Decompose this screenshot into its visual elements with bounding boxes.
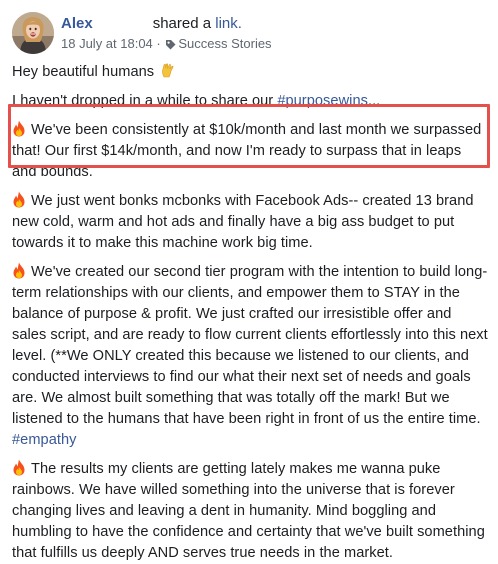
greeting-line: Hey beautiful humans — [12, 62, 488, 85]
paragraph-3: We've created our second tier program wi… — [12, 262, 488, 451]
shared-text: shared a — [152, 15, 212, 32]
intro-text: I haven't dropped in a while to share ou… — [12, 93, 278, 109]
paragraph-1-text: We've been consistently at $10k/month an… — [12, 122, 482, 180]
facebook-post: Alex shared a link. 18 July at 18:04 · Su… — [0, 0, 498, 561]
paragraph-4: The results my clients are getting latel… — [12, 459, 488, 564]
hashtag-empathy[interactable]: #empathy — [12, 432, 77, 448]
post-subline: 18 July at 18:04 · Success Stories — [61, 36, 481, 54]
author-line: Alex shared a link. — [61, 14, 481, 33]
intro-line: I haven't dropped in a while to share ou… — [12, 91, 488, 112]
meta-separator: · — [152, 36, 165, 51]
author-name-link[interactable]: Alex — [61, 15, 93, 32]
paragraph-4-text: The results my clients are getting latel… — [12, 461, 485, 561]
vulcan-salute-icon — [161, 63, 175, 85]
fire-icon — [12, 262, 26, 279]
fire-icon — [12, 459, 26, 476]
fire-icon — [12, 191, 26, 208]
post-body: Hey beautiful humans I haven't dropped i… — [12, 62, 488, 564]
post-timestamp[interactable]: 18 July at 18:04 — [61, 36, 153, 51]
paragraph-2: We just went bonks mcbonks with Facebook… — [12, 191, 488, 254]
post-header: Alex shared a link. 18 July at 18:04 · Su… — [12, 12, 482, 56]
paragraph-3-text: We've created our second tier program wi… — [12, 264, 488, 427]
greeting-text: Hey beautiful humans — [12, 64, 155, 80]
shared-link[interactable]: link. — [215, 15, 242, 32]
fire-icon — [12, 120, 26, 137]
group-link[interactable]: Success Stories — [178, 36, 271, 51]
paragraph-2-text: We just went bonks mcbonks with Facebook… — [12, 193, 474, 251]
post-meta: Alex shared a link. 18 July at 18:04 · Su… — [61, 14, 481, 54]
hashtag-purposewins[interactable]: #purposewins — [277, 93, 368, 109]
author-avatar[interactable] — [12, 12, 54, 54]
paragraph-1: We've been consistently at $10k/month an… — [12, 120, 488, 183]
intro-ellipsis: ... — [367, 93, 381, 109]
group-tag-icon — [165, 38, 176, 54]
